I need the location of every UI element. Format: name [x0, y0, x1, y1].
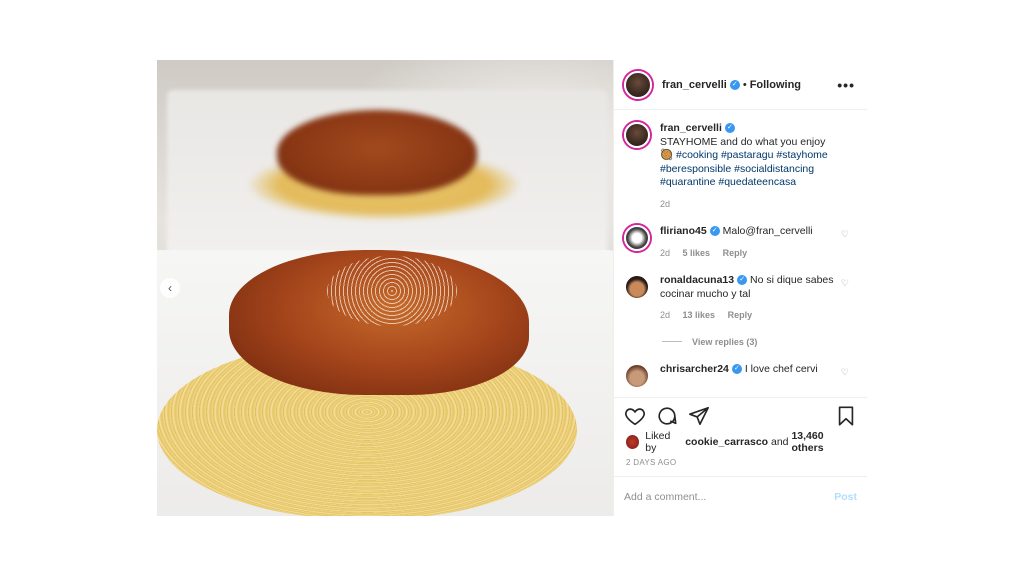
caption-meta: 2d	[660, 198, 838, 212]
liked-by-user[interactable]: cookie_carrasco	[685, 436, 768, 448]
list-item: chrisarcher24 ✓ I love chef cervi ♡	[624, 362, 857, 389]
avatar[interactable]	[624, 122, 650, 148]
heart-icon[interactable]: ♡	[841, 229, 849, 240]
post-modal: ‹ fran_cervelli ✓ • Following ••• fran_c…	[157, 60, 867, 516]
comment-username[interactable]: fliriano45	[660, 225, 707, 237]
verified-badge-icon: ✓	[724, 123, 735, 134]
comment-username[interactable]: chrisarcher24	[660, 363, 729, 375]
post-header: fran_cervelli ✓ • Following •••	[614, 60, 867, 110]
view-replies-button[interactable]: View replies (3)	[662, 337, 857, 347]
post-date[interactable]: 2 DAYS AGO	[614, 450, 867, 467]
caption: fran_cervelli ✓ STAYHOME and do what you …	[624, 122, 857, 211]
reply-button[interactable]: Reply	[723, 248, 748, 258]
reply-button[interactable]: Reply	[728, 310, 753, 320]
grated-cheese	[327, 256, 457, 326]
avatar[interactable]	[624, 70, 652, 99]
separator-dot: •	[742, 78, 747, 91]
caption-emoji: 🥘	[660, 149, 674, 161]
post-button[interactable]: Post	[834, 491, 857, 503]
header-username[interactable]: fran_cervelli	[662, 79, 727, 91]
share-icon[interactable]	[688, 405, 710, 427]
caption-hashtags[interactable]: #cooking #pastaragu #stayhome	[676, 149, 828, 161]
comments-list[interactable]: fran_cervelli ✓ STAYHOME and do what you …	[614, 110, 867, 398]
verified-badge-icon: ✓	[737, 275, 748, 286]
post-photo[interactable]: ‹	[157, 60, 613, 516]
following-button[interactable]: Following	[750, 79, 801, 91]
comment-meta: 2d 13 likes Reply	[660, 309, 838, 323]
heart-icon[interactable]: ♡	[841, 278, 849, 289]
avatar[interactable]	[624, 225, 650, 251]
heart-icon[interactable]	[624, 405, 646, 427]
comment-text: Malo@fran_cervelli	[722, 225, 813, 237]
list-item: fliriano45 ✓ Malo@fran_cervelli 2d 5 like…	[624, 225, 857, 260]
verified-badge-icon: ✓	[729, 79, 740, 90]
comment-icon[interactable]	[656, 405, 678, 427]
avatar[interactable]	[624, 362, 650, 389]
comment-time: 2d	[660, 310, 671, 320]
verified-badge-icon: ✓	[731, 363, 742, 374]
avatar[interactable]	[624, 274, 650, 300]
caption-username[interactable]: fran_cervelli	[660, 122, 722, 134]
caption-text: STAYHOME and do what you enjoy	[660, 135, 826, 148]
more-options-icon[interactable]: •••	[837, 77, 855, 93]
comment-meta: 2d 5 likes Reply	[660, 247, 838, 261]
caption-time: 2d	[660, 198, 671, 209]
list-item: ronaldacuna13 ✓ No si dique sabes cocinar…	[624, 274, 857, 323]
action-bar	[614, 398, 867, 434]
comment-text: I love chef cervi	[744, 362, 818, 375]
caption-hashtags[interactable]: #quarantine #quedateencasa	[660, 176, 796, 188]
liked-by-conj: and	[771, 436, 789, 448]
chevron-left-icon[interactable]: ‹	[160, 278, 180, 298]
view-replies-label: View replies (3)	[692, 336, 758, 347]
comment-username[interactable]: ronaldacuna13	[660, 274, 734, 286]
add-comment-form: Post	[614, 476, 867, 516]
heart-icon[interactable]: ♡	[841, 367, 849, 378]
comment-likes[interactable]: 5 likes	[683, 248, 711, 258]
post-sidebar: fran_cervelli ✓ • Following ••• fran_cer…	[613, 60, 867, 516]
bookmark-icon[interactable]	[835, 405, 857, 427]
liked-by: Liked by cookie_carrasco and 13,460 othe…	[614, 430, 867, 454]
comment-time: 2d	[660, 247, 671, 258]
divider	[662, 341, 682, 342]
caption-hashtags[interactable]: #beresponsible #socialdistancing	[660, 163, 814, 175]
avatar[interactable]	[626, 435, 640, 449]
verified-badge-icon: ✓	[709, 226, 720, 237]
back-sauce	[277, 110, 477, 195]
comment-input[interactable]	[624, 490, 835, 503]
comment-likes[interactable]: 13 likes	[683, 310, 716, 320]
